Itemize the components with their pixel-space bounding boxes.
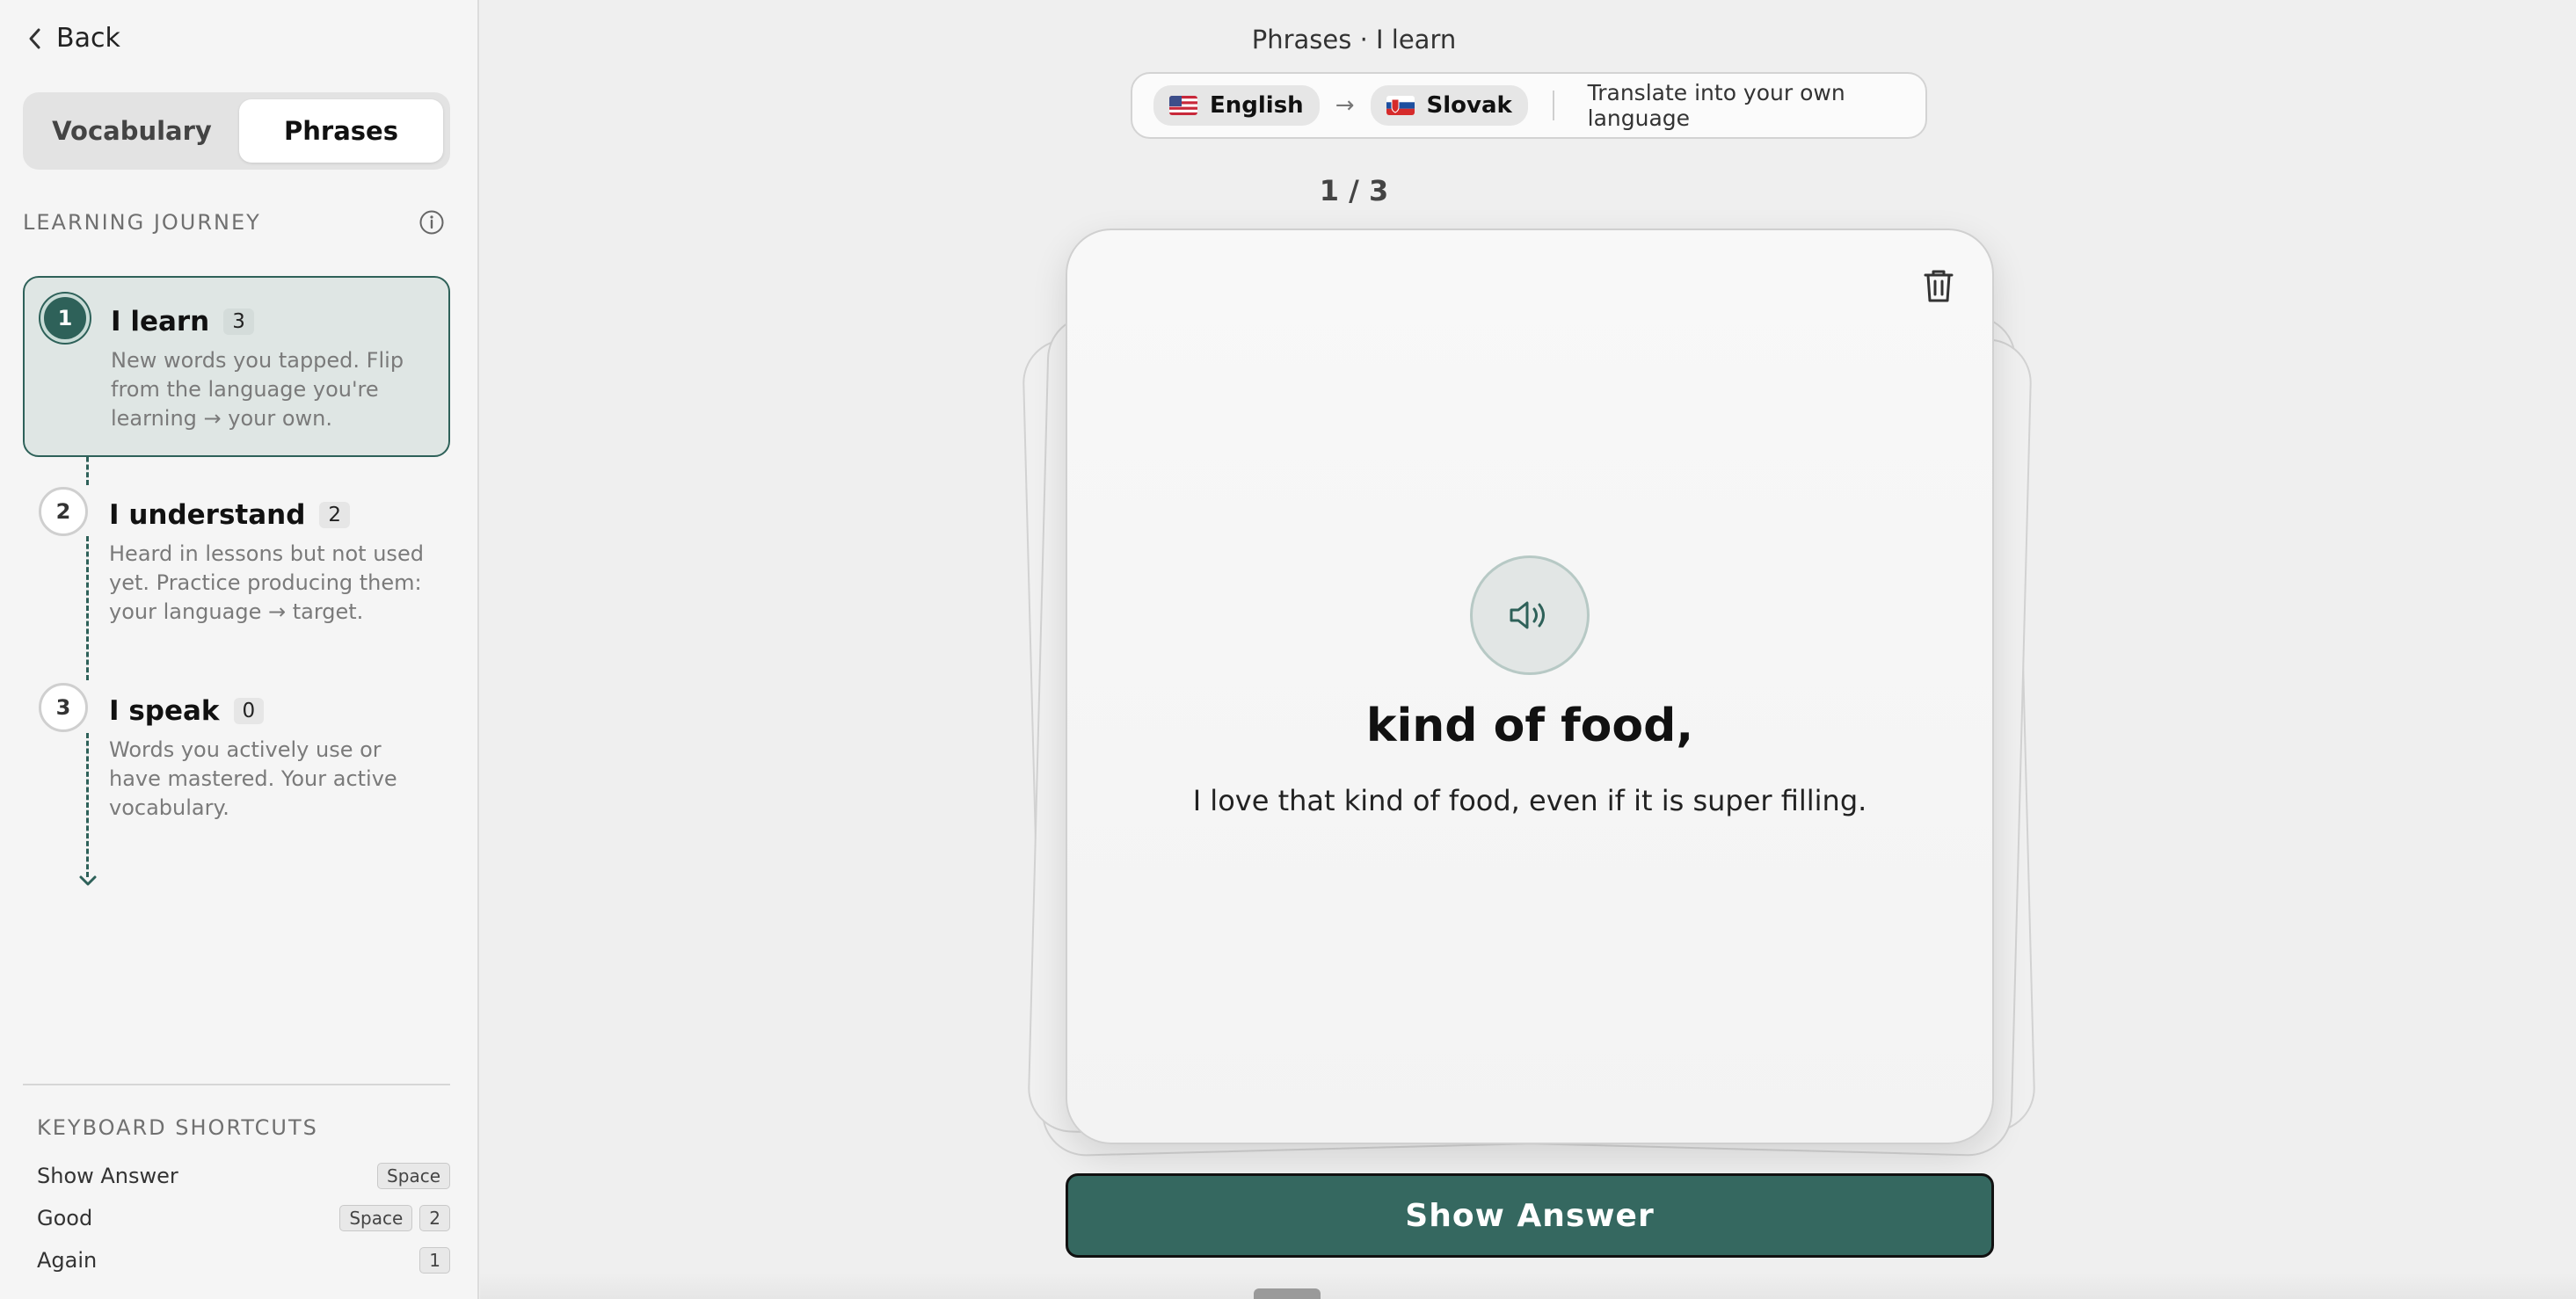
stage-number: 3 <box>39 683 88 732</box>
chevron-left-icon <box>29 28 40 48</box>
stage-title: I understand 2 <box>109 499 351 531</box>
source-language-pill[interactable]: English <box>1153 85 1320 126</box>
us-flag-icon <box>1169 96 1197 115</box>
stage-title-text: I understand <box>109 499 306 531</box>
stage-count-badge: 2 <box>319 502 351 528</box>
divider <box>1552 91 1554 120</box>
journey-stage-i-speak[interactable]: 3 I speak 0 Words you actively use or ha… <box>23 667 450 848</box>
shortcut-row: Again 1 <box>37 1247 450 1274</box>
card-progress-counter: 1 / 3 <box>1319 174 1389 207</box>
stage-title-text: I learn <box>111 306 210 337</box>
bottom-fade <box>480 1273 2576 1299</box>
source-language-label: English <box>1210 92 1304 119</box>
info-icon[interactable] <box>418 209 445 236</box>
shortcut-row: Show Answer Space <box>37 1163 450 1189</box>
journey-stage-i-learn[interactable]: 1 I learn 3 New words you tapped. Flip f… <box>23 276 450 457</box>
stage-title-text: I speak <box>109 695 220 727</box>
keyboard-shortcuts: KEYBOARD SHORTCUTS Show Answer Space Goo… <box>23 1084 450 1274</box>
slovakia-flag-icon <box>1386 96 1415 115</box>
shortcut-row: Good Space 2 <box>37 1205 450 1231</box>
page-title: Phrases · I learn <box>1251 25 1457 54</box>
shortcut-action: Good <box>37 1206 93 1230</box>
stage-title: I learn 3 <box>111 306 254 337</box>
show-answer-button[interactable]: Show Answer <box>1066 1173 1994 1258</box>
key-badge: Space <box>339 1205 413 1231</box>
flashcard[interactable]: kind of food, I love that kind of food, … <box>1066 229 1994 1144</box>
drag-handle[interactable] <box>1254 1288 1321 1299</box>
play-audio-button[interactable] <box>1470 555 1590 675</box>
stage-number: 2 <box>39 487 88 536</box>
keyboard-shortcuts-heading: KEYBOARD SHORTCUTS <box>37 1115 318 1140</box>
flashcard-term: kind of food, <box>1365 700 1694 752</box>
stage-description: New words you tapped. Flip from the lang… <box>111 348 404 431</box>
language-direction-bar: English → Slovak Translate into your own… <box>1131 72 1927 139</box>
shortcut-keys: Space <box>377 1163 450 1189</box>
translation-mode-label[interactable]: Translate into your own language <box>1588 80 1925 131</box>
target-language-pill[interactable]: Slovak <box>1370 85 1528 126</box>
key-badge: Space <box>377 1163 450 1189</box>
tab-phrases[interactable]: Phrases <box>239 99 443 163</box>
shortcut-keys: 1 <box>419 1247 450 1274</box>
stage-count-badge: 0 <box>233 698 265 724</box>
sidebar: Back Vocabulary Phrases LEARNING JOURNEY… <box>0 0 479 1299</box>
back-label: Back <box>56 23 120 54</box>
tab-vocabulary[interactable]: Vocabulary <box>30 99 234 163</box>
flashcard-example-sentence: I love that kind of food, even if it is … <box>1192 784 1867 817</box>
stage-title: I speak 0 <box>109 695 265 727</box>
stage-count-badge: 3 <box>223 308 254 335</box>
target-language-label: Slovak <box>1426 92 1512 119</box>
shortcut-action: Again <box>37 1248 98 1273</box>
shortcut-keys: Space 2 <box>339 1205 450 1231</box>
key-badge: 2 <box>419 1205 450 1231</box>
stage-description: Words you actively use or have mastered.… <box>109 737 397 820</box>
mode-segmented-control: Vocabulary Phrases <box>23 92 450 170</box>
key-badge: 1 <box>419 1247 450 1274</box>
shortcut-action: Show Answer <box>37 1164 178 1188</box>
stage-description: Heard in lessons but not used yet. Pract… <box>109 541 424 624</box>
trash-icon[interactable] <box>1922 267 1955 304</box>
speaker-icon <box>1510 601 1545 629</box>
arrow-right-icon: → <box>1335 92 1355 119</box>
journey-stage-i-understand[interactable]: 2 I understand 2 Heard in lessons but no… <box>23 471 450 652</box>
learning-journey-heading: LEARNING JOURNEY <box>23 210 261 235</box>
chevron-down-icon[interactable] <box>77 874 98 888</box>
back-button[interactable]: Back <box>26 23 120 54</box>
stage-number: 1 <box>40 294 90 343</box>
